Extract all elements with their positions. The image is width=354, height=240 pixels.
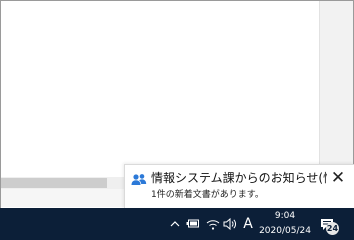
notification-toast[interactable]: 情報システム課からのお知らせ(情報シ 1件の新着文書があります。 ✕	[124, 164, 354, 209]
clock-date: 2020/05/24	[259, 226, 311, 236]
wifi-icon[interactable]	[205, 208, 221, 240]
notification-count-badge: 24	[326, 222, 339, 235]
volume-icon[interactable]	[222, 208, 238, 240]
content-area	[1, 1, 319, 177]
clock-time: 9:04	[274, 211, 296, 221]
clock[interactable]: 9:04 2020/05/24	[256, 210, 314, 238]
chevron-up-icon[interactable]	[168, 208, 182, 240]
notification-body: 1件の新着文書があります。	[151, 190, 264, 200]
notification-title: 情報システム課からのお知らせ(情報シ	[151, 171, 327, 185]
taskbar: A 9:04 2020/05/24	[0, 208, 354, 240]
close-icon[interactable]: ✕	[329, 169, 347, 187]
people-icon	[131, 172, 147, 186]
ime-indicator[interactable]: A	[241, 208, 255, 240]
battery-icon[interactable]	[185, 208, 201, 240]
horizontal-scrollbar-thumb[interactable]	[1, 178, 107, 188]
